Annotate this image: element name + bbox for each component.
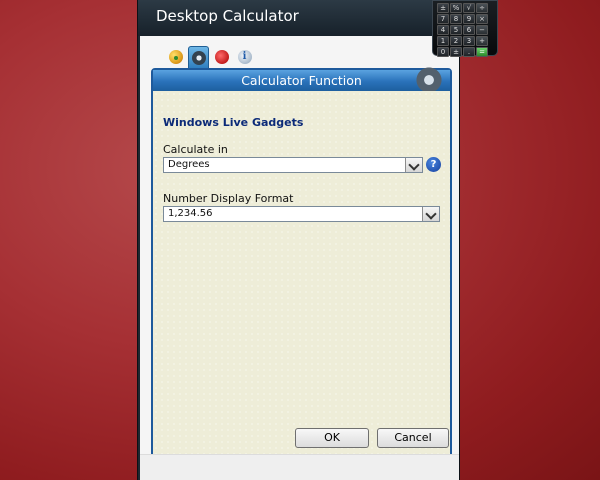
panel-heading: Windows Live Gadgets xyxy=(163,116,304,129)
calculator-key[interactable]: 2 xyxy=(450,36,462,46)
calculator-key[interactable]: 4 xyxy=(437,25,449,35)
calculate-in-value: Degrees xyxy=(168,159,210,170)
settings-window: Desktop Calculator i Calculator Function… xyxy=(137,0,460,480)
chevron-down-icon[interactable] xyxy=(422,207,439,221)
number-format-select[interactable]: 1,234.56 xyxy=(163,206,440,222)
calculator-key[interactable]: ± xyxy=(437,3,449,13)
calculator-key[interactable]: 1 xyxy=(437,36,449,46)
calculator-gadget[interactable]: ±% √ ÷ 7 8 9 × 4 5 6−1 2 3 +0 ±. = xyxy=(432,0,498,57)
calculator-key[interactable]: ± xyxy=(450,47,462,57)
help-icon[interactable]: ? xyxy=(426,157,441,172)
calculator-key[interactable]: = xyxy=(476,47,488,57)
calculator-key[interactable]: % xyxy=(450,3,462,13)
calculate-in-select[interactable]: Degrees xyxy=(163,157,423,173)
info-icon: i xyxy=(237,50,252,64)
calculator-key[interactable]: 8 xyxy=(450,14,462,24)
dialog-footer xyxy=(140,454,459,480)
title-bar[interactable]: Desktop Calculator xyxy=(138,0,459,36)
cancel-button[interactable]: Cancel xyxy=(377,428,449,448)
tab-undo[interactable] xyxy=(211,46,232,68)
window-title: Desktop Calculator xyxy=(156,7,299,25)
ok-button[interactable]: OK xyxy=(295,428,369,448)
settings-client-area: i Calculator Function Windows Live Gadge… xyxy=(140,36,459,480)
chevron-down-icon[interactable] xyxy=(405,158,422,172)
calculator-key[interactable]: 6 xyxy=(463,25,475,35)
calculator-key[interactable]: √ xyxy=(463,3,475,13)
calculator-key[interactable]: 7 xyxy=(437,14,449,24)
calculator-keypad: ±% √ ÷ 7 8 9 × 4 5 6−1 2 3 +0 ±. = xyxy=(437,3,493,57)
calculator-key[interactable]: ÷ xyxy=(476,3,488,13)
panel-body: Windows Live Gadgets Calculate in Degree… xyxy=(153,91,450,459)
calculator-key[interactable]: 9 xyxy=(463,14,475,24)
undo-icon xyxy=(214,50,229,64)
calculator-key[interactable]: × xyxy=(476,14,488,24)
calculator-key[interactable]: + xyxy=(476,36,488,46)
number-format-label: Number Display Format xyxy=(163,192,294,205)
calculator-key[interactable]: 3 xyxy=(463,36,475,46)
gear-icon xyxy=(191,50,206,65)
calculator-key[interactable]: − xyxy=(476,25,488,35)
calculator-function-panel: Calculator Function Windows Live Gadgets… xyxy=(151,65,452,461)
settings-tabs: i xyxy=(165,46,255,68)
panel-title: Calculator Function xyxy=(153,70,450,91)
tab-calculator-function[interactable] xyxy=(188,46,209,68)
calculator-key[interactable]: 0 xyxy=(437,47,449,57)
palette-icon xyxy=(168,50,183,64)
calculate-in-label: Calculate in xyxy=(163,143,228,156)
calculator-key[interactable]: 5 xyxy=(450,25,462,35)
tab-appearance[interactable] xyxy=(165,46,186,68)
calculator-key[interactable]: . xyxy=(463,47,475,57)
tab-about[interactable]: i xyxy=(234,46,255,68)
number-format-value: 1,234.56 xyxy=(168,208,213,219)
